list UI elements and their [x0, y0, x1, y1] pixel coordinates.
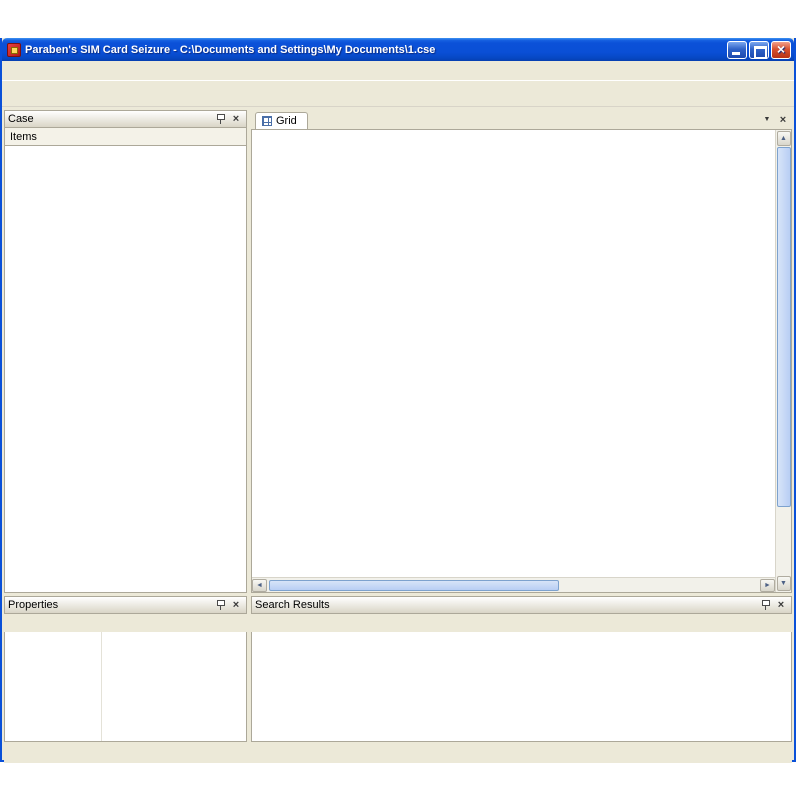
grid-table: ◄ ►: [252, 130, 775, 592]
horizontal-scroll-thumb[interactable]: [269, 580, 559, 591]
scroll-left-button[interactable]: ◄: [252, 579, 267, 592]
close-button[interactable]: [771, 41, 791, 59]
items-bar: Items: [4, 128, 247, 146]
scroll-right-button[interactable]: ►: [760, 579, 775, 592]
vertical-scroll-thumb[interactable]: [777, 147, 791, 507]
items-label: Items: [10, 131, 37, 143]
grid-horizontal-scrollbar[interactable]: ◄ ►: [252, 577, 775, 592]
properties-body: [4, 632, 247, 742]
case-panel-header: Case: [4, 110, 247, 128]
screenshot-stage: Paraben's SIM Card Seizure - C:\Document…: [0, 0, 796, 796]
search-panel-title: Search Results: [255, 599, 756, 611]
window-title: Paraben's SIM Card Seizure - C:\Document…: [25, 44, 727, 56]
properties-pin-button[interactable]: [213, 599, 227, 612]
case-pin-button[interactable]: [213, 113, 227, 126]
grid-icon: [262, 116, 272, 126]
case-panel-title: Case: [8, 113, 211, 125]
properties-panel-title: Properties: [8, 599, 211, 611]
grid-tab-strip: Grid: [251, 110, 792, 130]
search-results-body: [251, 632, 792, 742]
grid-body: [252, 149, 775, 577]
bottom-row: Properties Search Results: [4, 596, 792, 742]
grid-tab-label: Grid: [276, 115, 297, 127]
grid-area: ◄ ► ▲ ▼: [251, 130, 792, 593]
case-tree: [4, 146, 247, 593]
toolbar: [2, 81, 794, 107]
properties-close-button[interactable]: [229, 599, 243, 612]
search-results-panel: Search Results: [251, 596, 792, 742]
scroll-down-button[interactable]: ▼: [777, 576, 791, 591]
app-icon: [7, 43, 21, 57]
properties-columns-header: [4, 614, 247, 632]
grid-vertical-scrollbar[interactable]: ▲ ▼: [775, 130, 791, 592]
app-window: Paraben's SIM Card Seizure - C:\Document…: [0, 38, 796, 762]
tab-list-dropdown-button[interactable]: [760, 113, 774, 126]
grid-header-row: [252, 130, 775, 149]
search-panel-header: Search Results: [251, 596, 792, 614]
pin-icon: [760, 599, 771, 611]
title-bar[interactable]: Paraben's SIM Card Seizure - C:\Document…: [2, 38, 794, 61]
bottom-tab-bar: [4, 742, 792, 763]
grid-close-button[interactable]: [776, 113, 790, 126]
search-columns-header: [251, 614, 792, 632]
minimize-button[interactable]: [727, 41, 747, 59]
case-close-button[interactable]: [229, 113, 243, 126]
grid-panel: Grid ◄: [251, 110, 792, 593]
menu-bar: [2, 61, 794, 81]
top-row: Case Items Grid: [4, 110, 792, 593]
properties-panel: Properties: [4, 596, 247, 742]
search-pin-button[interactable]: [758, 599, 772, 612]
scroll-up-button[interactable]: ▲: [777, 131, 791, 146]
tab-grid[interactable]: Grid: [255, 112, 308, 129]
main-content: Case Items Grid: [2, 107, 794, 760]
maximize-button[interactable]: [749, 41, 769, 59]
pin-icon: [215, 113, 226, 125]
pin-icon: [215, 599, 226, 611]
properties-panel-header: Properties: [4, 596, 247, 614]
search-close-button[interactable]: [774, 599, 788, 612]
case-panel: Case Items: [4, 110, 247, 593]
